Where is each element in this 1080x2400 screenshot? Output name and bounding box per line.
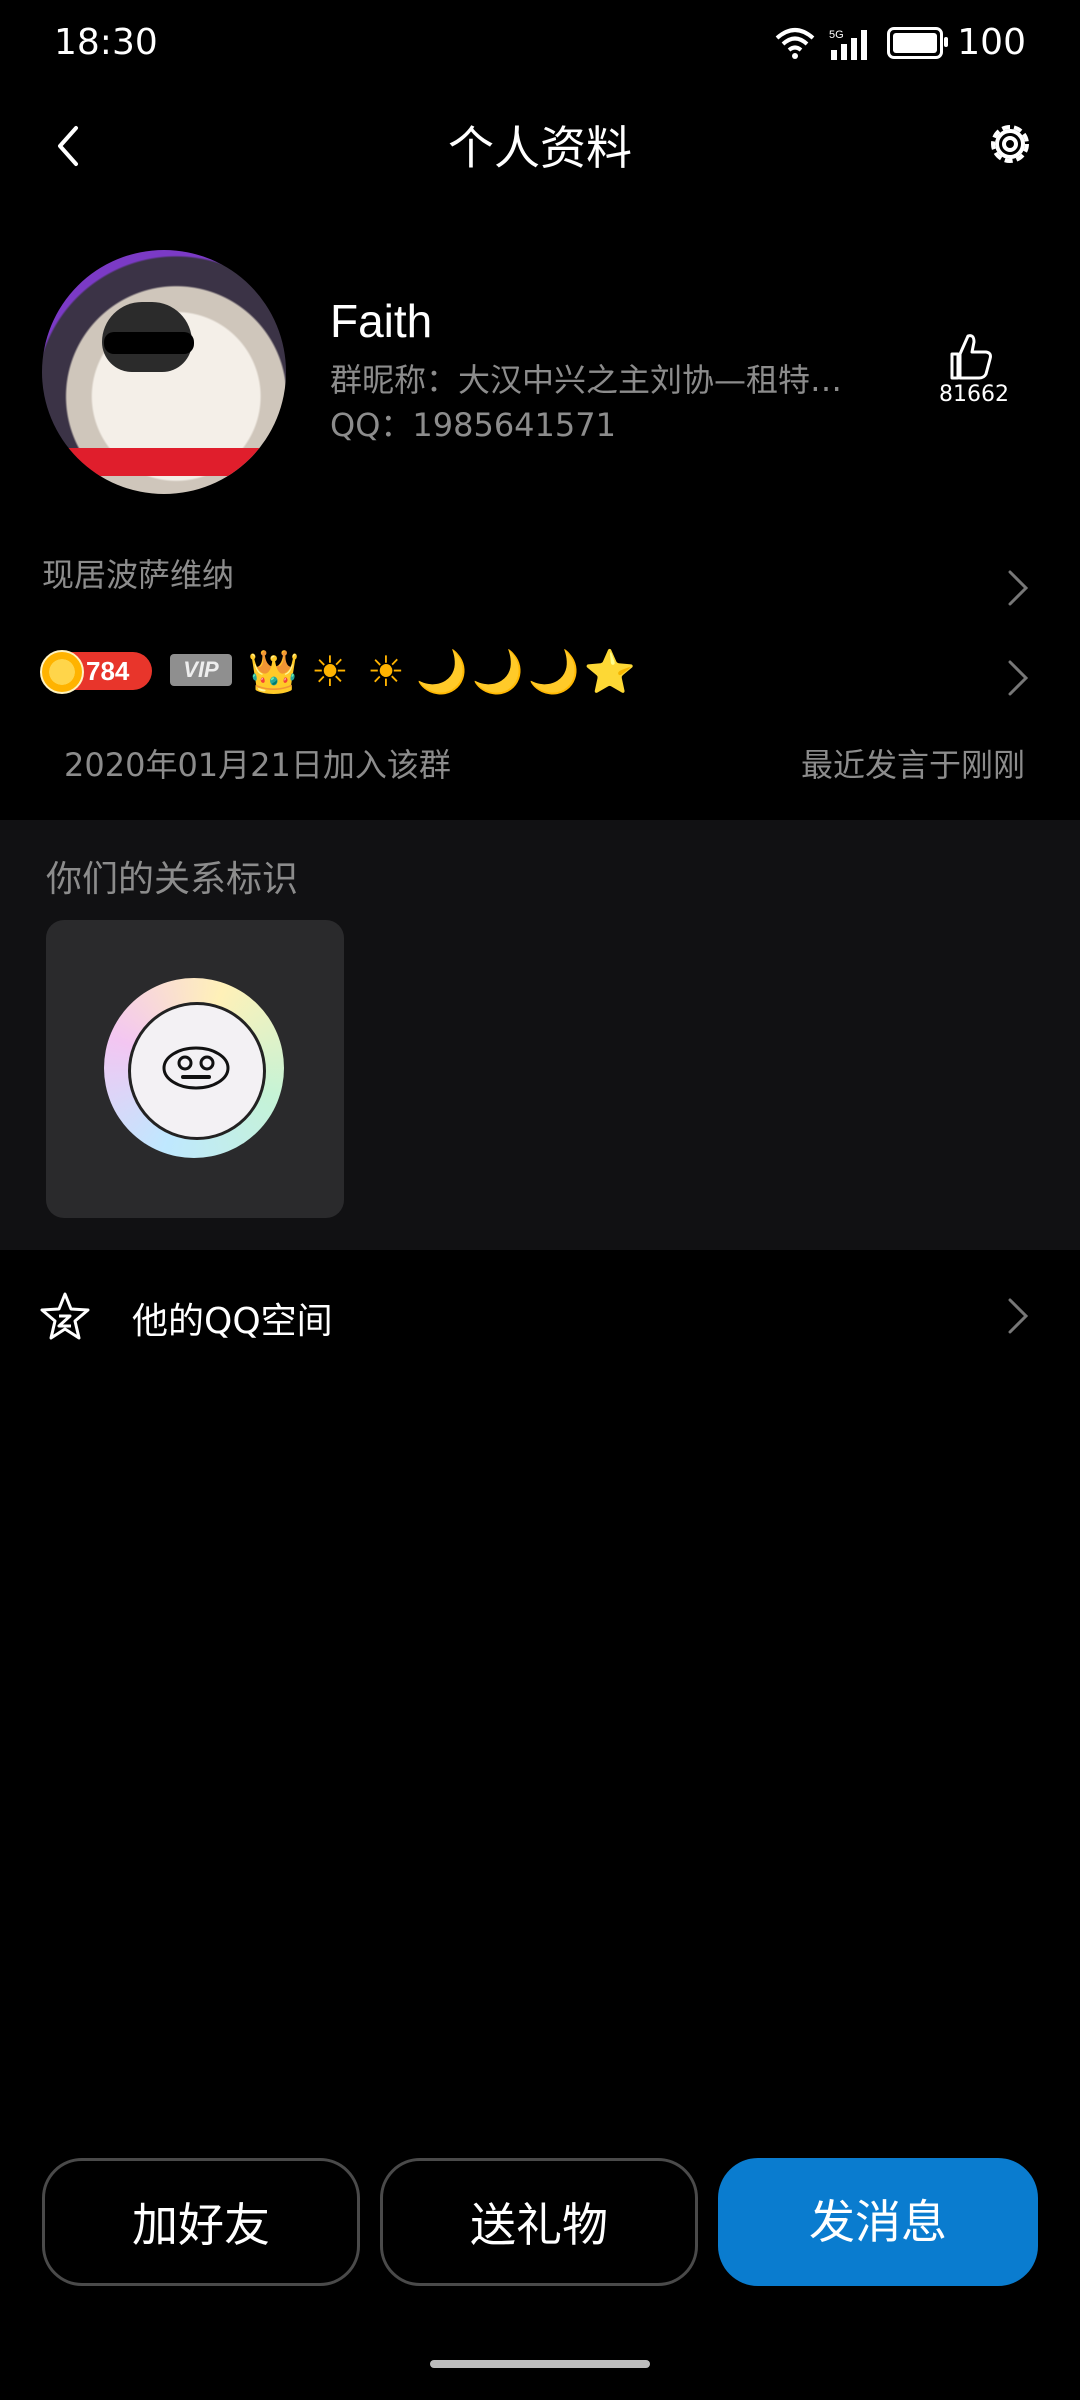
profile-screen: 18:30 5G 100 个人资料 Faith 群昵称：大汉中兴之主刘协—租特…… xyxy=(0,0,1080,2400)
signal-icon: 5G xyxy=(829,29,868,60)
home-indicator[interactable] xyxy=(430,2360,650,2368)
chevron-right-icon xyxy=(1008,570,1029,606)
sun-icon: ☀ xyxy=(311,647,349,696)
relation-title: 你们的关系标识 xyxy=(46,859,299,900)
add-friend-button[interactable]: 加好友 xyxy=(42,2158,360,2286)
face-icon xyxy=(162,1046,230,1090)
chevron-right-icon xyxy=(1008,1298,1029,1334)
profile-name: Faith xyxy=(330,295,433,347)
thumbs-up-icon[interactable] xyxy=(930,328,1020,388)
level-badge: 784 xyxy=(40,650,152,694)
send-message-button[interactable]: 发消息 xyxy=(718,2158,1038,2286)
qzone-row[interactable]: 他的QQ空间 xyxy=(0,1270,1080,1360)
qzone-star-icon xyxy=(40,1292,90,1340)
last-speak: 最近发言于刚刚 xyxy=(800,746,1025,784)
wifi-icon xyxy=(775,27,815,59)
status-icons: 5G 100 xyxy=(775,22,1026,63)
battery-level: 100 xyxy=(957,22,1026,63)
moon-icon: 🌙 xyxy=(415,647,469,696)
page-title: 个人资料 xyxy=(448,121,632,175)
moon-icon: 🌙 xyxy=(471,647,525,696)
joined-date: 2020年01月21日加入该群 xyxy=(64,746,451,784)
relation-section: 你们的关系标识 xyxy=(0,820,1080,1250)
badge-inner xyxy=(128,1002,266,1140)
gear-icon[interactable] xyxy=(980,114,1040,174)
sun-icon: ☀ xyxy=(367,647,405,696)
avatar[interactable] xyxy=(42,250,286,494)
like-count: 81662 xyxy=(939,382,1009,407)
svg-text:5G: 5G xyxy=(829,29,844,41)
battery-icon xyxy=(887,26,949,59)
qzone-label: 他的QQ空间 xyxy=(132,1301,333,1342)
group-nickname: 群昵称：大汉中兴之主刘协—租特… xyxy=(330,361,843,399)
avatar-banner xyxy=(62,448,266,476)
location-text: 现居波萨维纳 xyxy=(42,556,235,594)
send-gift-button[interactable]: 送礼物 xyxy=(380,2158,698,2286)
level-value: 784 xyxy=(86,656,130,686)
sun-coin-icon xyxy=(40,650,84,694)
vip-badge: VIP xyxy=(170,654,232,686)
header: 个人资料 xyxy=(0,100,1080,190)
badge-row[interactable]: 784 VIP 👑 ☀ ☀ 🌙 🌙 🌙 ⭐ xyxy=(0,640,1080,720)
action-bar: 加好友 送礼物 发消息 xyxy=(0,2158,1080,2288)
chevron-right-icon xyxy=(1008,660,1029,696)
status-bar: 18:30 5G 100 xyxy=(0,0,1080,90)
avatar-glasses xyxy=(104,332,194,354)
crown-icon: 👑 xyxy=(247,647,301,696)
level-icons: 👑 ☀ ☀ 🌙 🌙 🌙 ⭐ xyxy=(248,646,636,698)
location-row[interactable]: 现居波萨维纳 xyxy=(0,540,1080,630)
group-info-row: 2020年01月21日加入该群 最近发言于刚刚 xyxy=(0,740,1080,800)
relation-badge-card[interactable] xyxy=(46,920,344,1218)
treasure-badge-icon xyxy=(104,978,284,1158)
moon-icon: 🌙 xyxy=(527,647,581,696)
star-icon: ⭐ xyxy=(583,647,637,696)
status-time: 18:30 xyxy=(54,22,158,63)
qq-number: QQ：1985641571 xyxy=(330,406,616,444)
